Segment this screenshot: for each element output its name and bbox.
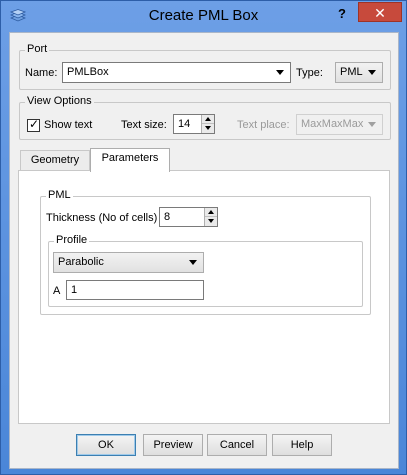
dialog-client: Port Name: PMLBox Type: PML View Options… xyxy=(9,32,399,469)
thickness-spinbox[interactable]: 8 xyxy=(159,207,218,227)
text-size-value: 14 xyxy=(178,118,191,130)
tab-geometry[interactable]: Geometry xyxy=(20,150,90,171)
type-label: Type: xyxy=(296,67,323,79)
close-button[interactable]: ✕ xyxy=(358,2,402,22)
help-button[interactable]: Help xyxy=(272,434,332,456)
profile-combo[interactable]: Parabolic xyxy=(53,252,204,273)
chevron-down-icon xyxy=(368,70,376,75)
text-size-spinbox[interactable]: 14 xyxy=(173,114,215,134)
text-place-value: MaxMaxMax xyxy=(301,118,364,130)
type-combo-value: PML xyxy=(340,66,363,78)
text-size-label: Text size: xyxy=(121,119,167,131)
chevron-down-icon xyxy=(368,122,376,127)
spin-up-icon[interactable] xyxy=(205,208,217,217)
a-input[interactable]: 1 xyxy=(66,280,204,300)
dialog-window: Create PML Box ? ✕ Port Name: PMLBox Typ… xyxy=(0,0,407,475)
text-place-combo[interactable]: MaxMaxMax xyxy=(296,114,383,135)
chevron-down-icon xyxy=(276,70,284,75)
ok-button[interactable]: OK xyxy=(76,434,136,456)
name-combo-value: PMLBox xyxy=(67,66,109,78)
tab-parameters[interactable]: Parameters xyxy=(90,148,170,172)
thickness-label: Thickness (No of cells) xyxy=(46,212,158,224)
thickness-spin-buttons xyxy=(204,208,217,226)
text-place-label: Text place: xyxy=(237,119,290,131)
checkmark-icon: ✓ xyxy=(29,117,40,131)
name-combo[interactable]: PMLBox xyxy=(62,62,291,83)
title-help-button[interactable]: ? xyxy=(331,5,353,23)
a-label: A xyxy=(53,285,61,297)
thickness-value: 8 xyxy=(164,211,171,223)
view-options-title: View Options xyxy=(25,95,94,107)
text-size-spin-buttons xyxy=(201,115,214,133)
spin-down-icon[interactable] xyxy=(202,124,214,133)
show-text-checkbox[interactable]: ✓ xyxy=(27,117,40,132)
spin-up-icon[interactable] xyxy=(202,115,214,124)
profile-group-title: Profile xyxy=(54,234,90,246)
chevron-down-icon xyxy=(189,260,197,265)
port-group-title: Port xyxy=(25,43,50,55)
pml-group-title: PML xyxy=(46,189,73,201)
parameters-panel: PML Thickness (No of cells) 8 Profile Pa… xyxy=(18,170,390,424)
show-text-label[interactable]: Show text xyxy=(44,119,92,131)
cancel-button[interactable]: Cancel xyxy=(207,434,267,456)
name-label: Name: xyxy=(25,67,58,79)
type-combo[interactable]: PML xyxy=(335,62,383,83)
spin-down-icon[interactable] xyxy=(205,217,217,226)
preview-button[interactable]: Preview xyxy=(143,434,203,456)
title-bar[interactable]: Create PML Box ? ✕ xyxy=(1,1,406,31)
profile-combo-value: Parabolic xyxy=(58,256,104,268)
